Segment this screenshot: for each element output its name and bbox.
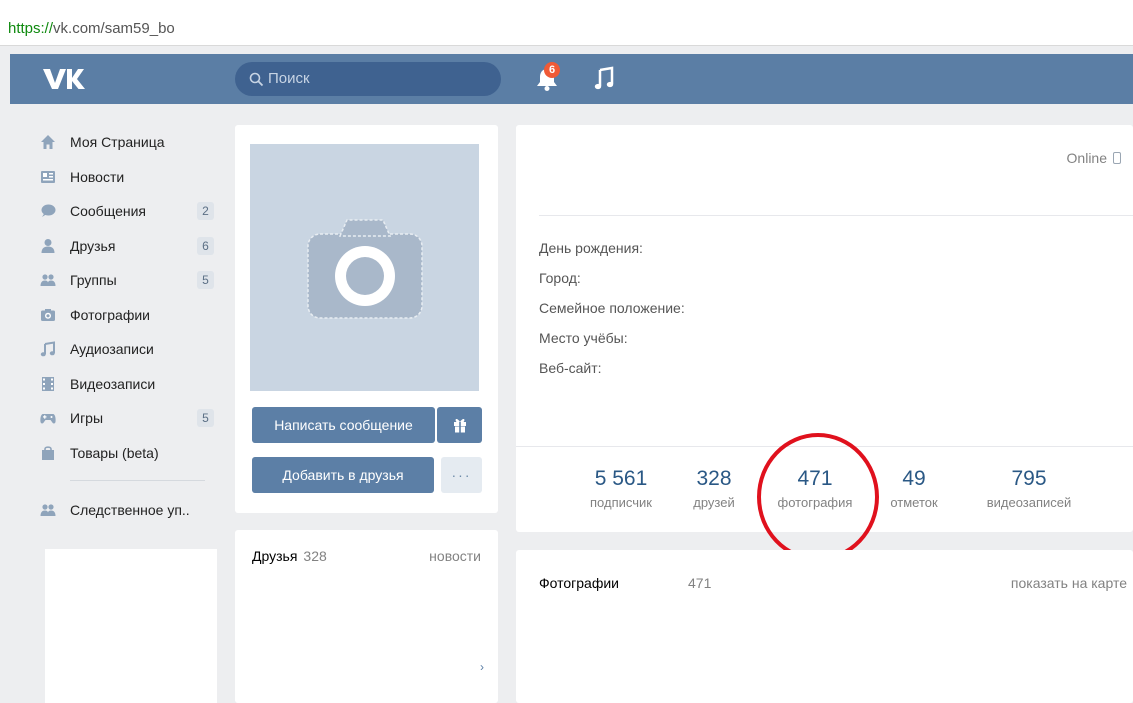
sidebar-item-my-page[interactable]: Моя Страница: [40, 125, 220, 160]
sidebar-item-label: Фотографии: [70, 306, 151, 323]
camera-icon: [41, 308, 55, 321]
url-text[interactable]: https://vk.com/sam59_bo: [8, 20, 175, 37]
info-website-label: Веб-сайт:: [539, 360, 602, 376]
gift-icon: [453, 418, 466, 433]
browser-address-bar[interactable]: https://vk.com/sam59_bo: [0, 0, 1133, 46]
music-note-icon: [40, 341, 55, 357]
sidebar-item-market[interactable]: Товары (beta): [40, 436, 220, 471]
info-city-label: Город:: [539, 270, 581, 286]
stat-value: 5 561: [594, 467, 648, 490]
friends-stat[interactable]: 328 друзей: [684, 466, 744, 514]
stat-value: 49: [902, 467, 926, 490]
sidebar-item-friends[interactable]: Друзья 6: [40, 229, 220, 264]
sidebar-item-community[interactable]: Следственное уп..: [40, 493, 220, 528]
sidebar-item-label: Друзья: [70, 237, 116, 254]
user-icon: [41, 238, 55, 253]
gift-button[interactable]: [437, 407, 482, 443]
url-protocol: https://: [8, 20, 54, 37]
sidebar-widget: [45, 549, 217, 703]
add-friend-button[interactable]: Добавить в друзья: [252, 457, 434, 493]
sidebar-item-label: Новости: [70, 168, 125, 185]
sidebar-item-messages[interactable]: Сообщения 2: [40, 194, 220, 229]
sidebar-item-label: Видеозаписи: [70, 375, 156, 392]
url-path: vk.com/sam59_bo: [53, 20, 175, 37]
search-input[interactable]: Поиск: [235, 62, 501, 96]
chevron-right-icon[interactable]: ›: [480, 660, 484, 674]
sidebar-item-count: 6: [197, 236, 214, 255]
site-header: Поиск 6: [10, 54, 1133, 104]
left-navigation: Моя Страница Новости Сообщения 2 Друзья …: [40, 125, 220, 528]
info-birthday-label: День рождения:: [539, 240, 643, 256]
sidebar-item-count: 5: [197, 409, 214, 427]
friends-header[interactable]: Друзья 328: [252, 548, 327, 564]
vk-logo-icon[interactable]: [42, 65, 86, 93]
more-actions-button[interactable]: ···: [441, 457, 482, 493]
stat-value: 328: [696, 467, 732, 490]
music-note-icon[interactable]: [594, 66, 614, 92]
photos-stat[interactable]: 471 фотография: [766, 466, 864, 514]
avatar[interactable]: [250, 144, 479, 391]
news-icon: [41, 170, 55, 183]
info-education-label: Место учёбы:: [539, 330, 628, 346]
write-message-button[interactable]: Написать сообщение: [252, 407, 435, 443]
friends-card: Друзья 328 новости ›: [235, 530, 498, 703]
info-relationship-label: Семейное положение:: [539, 300, 685, 316]
mobile-icon: [1113, 152, 1121, 164]
stat-label: друзей: [693, 495, 735, 510]
photos-count: 471: [688, 575, 712, 591]
sidebar-item-count: 5: [197, 271, 214, 289]
online-label: Online: [1066, 150, 1107, 166]
info-divider: [539, 215, 1133, 216]
sidebar-item-news[interactable]: Новости: [40, 160, 220, 195]
show-on-map-link[interactable]: показать на карте: [1011, 575, 1127, 591]
avatar-card: Написать сообщение Добавить в друзья ···: [235, 125, 498, 513]
groups-icon: [40, 504, 56, 517]
search-icon: [249, 72, 264, 87]
sidebar-item-label: Моя Страница: [70, 134, 165, 151]
sidebar-item-label: Следственное уп..: [70, 502, 190, 519]
online-status: Online: [1067, 150, 1121, 166]
stat-label: фотография: [777, 495, 853, 510]
sidebar-item-video[interactable]: Видеозаписи: [40, 367, 220, 402]
stat-value: 471: [797, 467, 833, 490]
tags-stat[interactable]: 49 отметок: [884, 466, 944, 514]
friends-title: Друзья: [252, 548, 298, 564]
photos-title[interactable]: Фотографии: [539, 575, 619, 591]
sidebar-item-label: Аудиозаписи: [70, 341, 154, 358]
friends-news-link[interactable]: новости: [429, 548, 481, 564]
search-placeholder: Поиск: [268, 70, 310, 87]
sidebar-item-groups[interactable]: Группы 5: [40, 263, 220, 298]
stat-value: 795: [1011, 467, 1047, 490]
messages-icon: [41, 204, 56, 218]
profile-info-card: Online День рождения: Город: Семейное по…: [516, 125, 1133, 532]
shopping-bag-icon: [42, 446, 54, 460]
notifications-badge: 6: [544, 62, 560, 78]
sidebar-item-count: 2: [197, 202, 214, 220]
sidebar-item-label: Группы: [70, 272, 117, 289]
sidebar-divider: [70, 480, 205, 481]
home-icon: [41, 135, 55, 150]
sidebar-item-label: Игры: [70, 410, 104, 427]
stats-divider: [516, 446, 1133, 447]
sidebar-item-audio[interactable]: Аудиозаписи: [40, 332, 220, 367]
sidebar-item-label: Сообщения: [70, 203, 146, 220]
friends-count: 328: [303, 548, 327, 564]
film-icon: [42, 376, 54, 391]
sidebar-item-photos[interactable]: Фотографии: [40, 298, 220, 333]
groups-icon: [40, 274, 56, 287]
gamepad-icon: [40, 414, 56, 424]
sidebar-item-games[interactable]: Игры 5: [40, 401, 220, 436]
stat-label: видеозаписей: [986, 495, 1072, 510]
followers-stat[interactable]: 5 561 подписчик: [576, 466, 666, 514]
camera-icon: [307, 219, 423, 319]
videos-stat[interactable]: 795 видеозаписей: [979, 466, 1079, 514]
stat-label: подписчик: [590, 495, 652, 510]
sidebar-item-label: Товары (beta): [70, 444, 159, 461]
stat-label: отметок: [890, 495, 938, 510]
photos-card: Фотографии 471 показать на карте: [516, 550, 1133, 703]
